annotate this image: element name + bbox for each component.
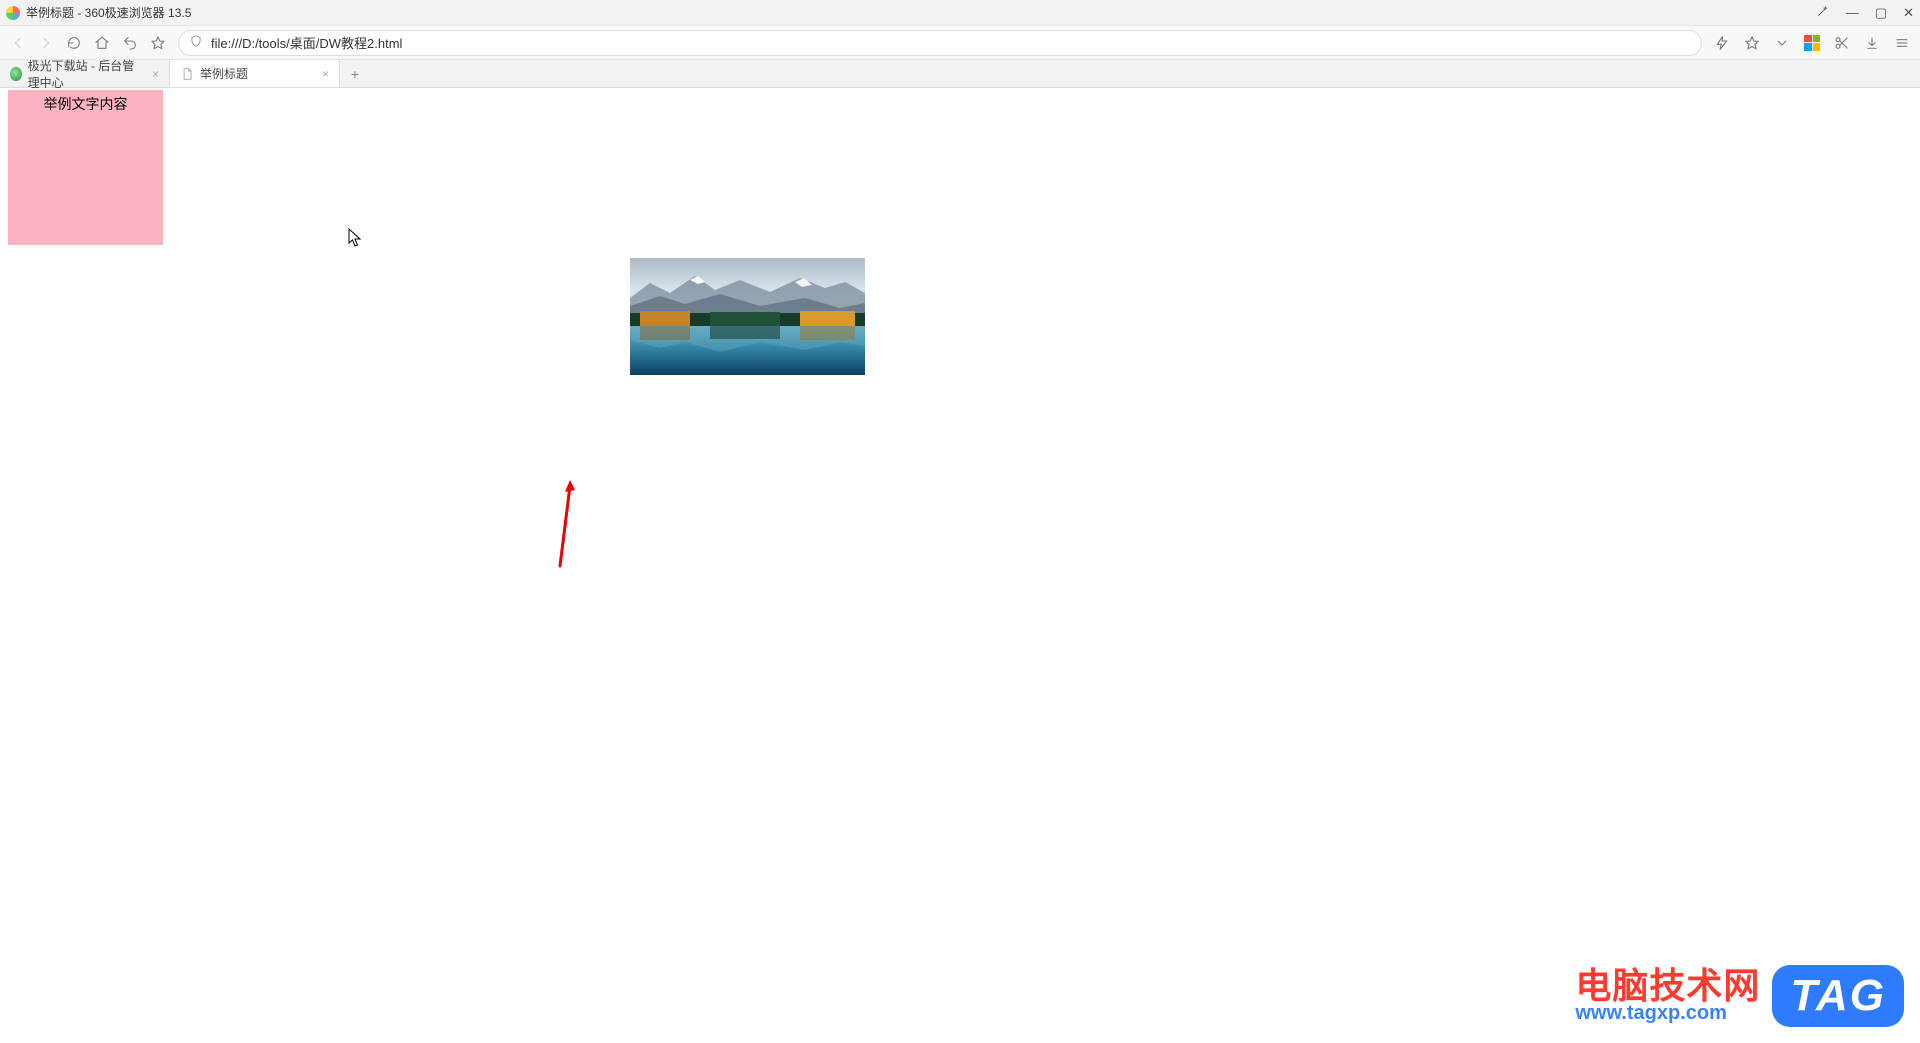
star-outline-icon[interactable]: [1744, 35, 1760, 51]
tab-active[interactable]: 举例标题 ×: [170, 60, 340, 87]
home-button[interactable]: [94, 35, 110, 51]
mouse-cursor-icon: [348, 228, 362, 248]
menu-icon[interactable]: [1894, 35, 1910, 51]
example-text-box: 举例文字内容: [8, 90, 163, 245]
page-viewport: 举例文字内容: [0, 88, 1920, 1043]
chevron-down-icon[interactable]: [1774, 35, 1790, 51]
favicon-page-icon: [180, 67, 194, 81]
watermark: 电脑技术网 www.tagxp.com TAG: [1575, 965, 1904, 1027]
titlebar: 举例标题 - 360极速浏览器 13.5 — ▢ ✕: [0, 0, 1920, 26]
minimize-button[interactable]: —: [1846, 5, 1859, 20]
new-tab-button[interactable]: +: [340, 60, 370, 87]
bookmark-star-button[interactable]: [150, 35, 166, 51]
navbar-right: [1714, 35, 1910, 51]
close-tab-icon[interactable]: ×: [152, 67, 159, 81]
window-controls: — ▢ ✕: [1816, 4, 1914, 21]
scissors-icon[interactable]: [1834, 35, 1850, 51]
example-text: 举例文字内容: [44, 96, 128, 112]
tabstrip: 极光下载站 - 后台管理中心 × 举例标题 × +: [0, 60, 1920, 88]
wand-icon[interactable]: [1816, 4, 1830, 21]
back-button[interactable]: [10, 35, 26, 51]
maximize-button[interactable]: ▢: [1875, 5, 1887, 21]
apps-grid-icon[interactable]: [1804, 35, 1820, 51]
close-button[interactable]: ✕: [1903, 5, 1914, 21]
close-tab-icon[interactable]: ×: [322, 67, 329, 81]
address-bar[interactable]: [178, 30, 1702, 56]
watermark-title: 电脑技术网: [1575, 967, 1760, 1005]
tab-label: 极光下载站 - 后台管理中心: [28, 57, 146, 91]
reload-button[interactable]: [66, 35, 82, 51]
tab-label: 举例标题: [200, 65, 248, 82]
download-icon[interactable]: [1864, 35, 1880, 51]
red-arrow-annotation: [554, 478, 578, 568]
lightning-icon[interactable]: [1714, 35, 1730, 51]
tab-background[interactable]: 极光下载站 - 后台管理中心 ×: [0, 60, 170, 87]
landscape-image: [630, 258, 865, 375]
navbar: [0, 26, 1920, 60]
watermark-url: www.tagxp.com: [1575, 1002, 1727, 1025]
url-input[interactable]: [211, 35, 1691, 50]
watermark-tag: TAG: [1772, 965, 1904, 1027]
undo-button[interactable]: [122, 35, 138, 51]
forward-button[interactable]: [38, 35, 54, 51]
app-icon: [6, 6, 20, 20]
favicon-icon: [10, 67, 22, 81]
shield-icon: [189, 34, 203, 51]
window-title: 举例标题 - 360极速浏览器 13.5: [26, 4, 191, 21]
